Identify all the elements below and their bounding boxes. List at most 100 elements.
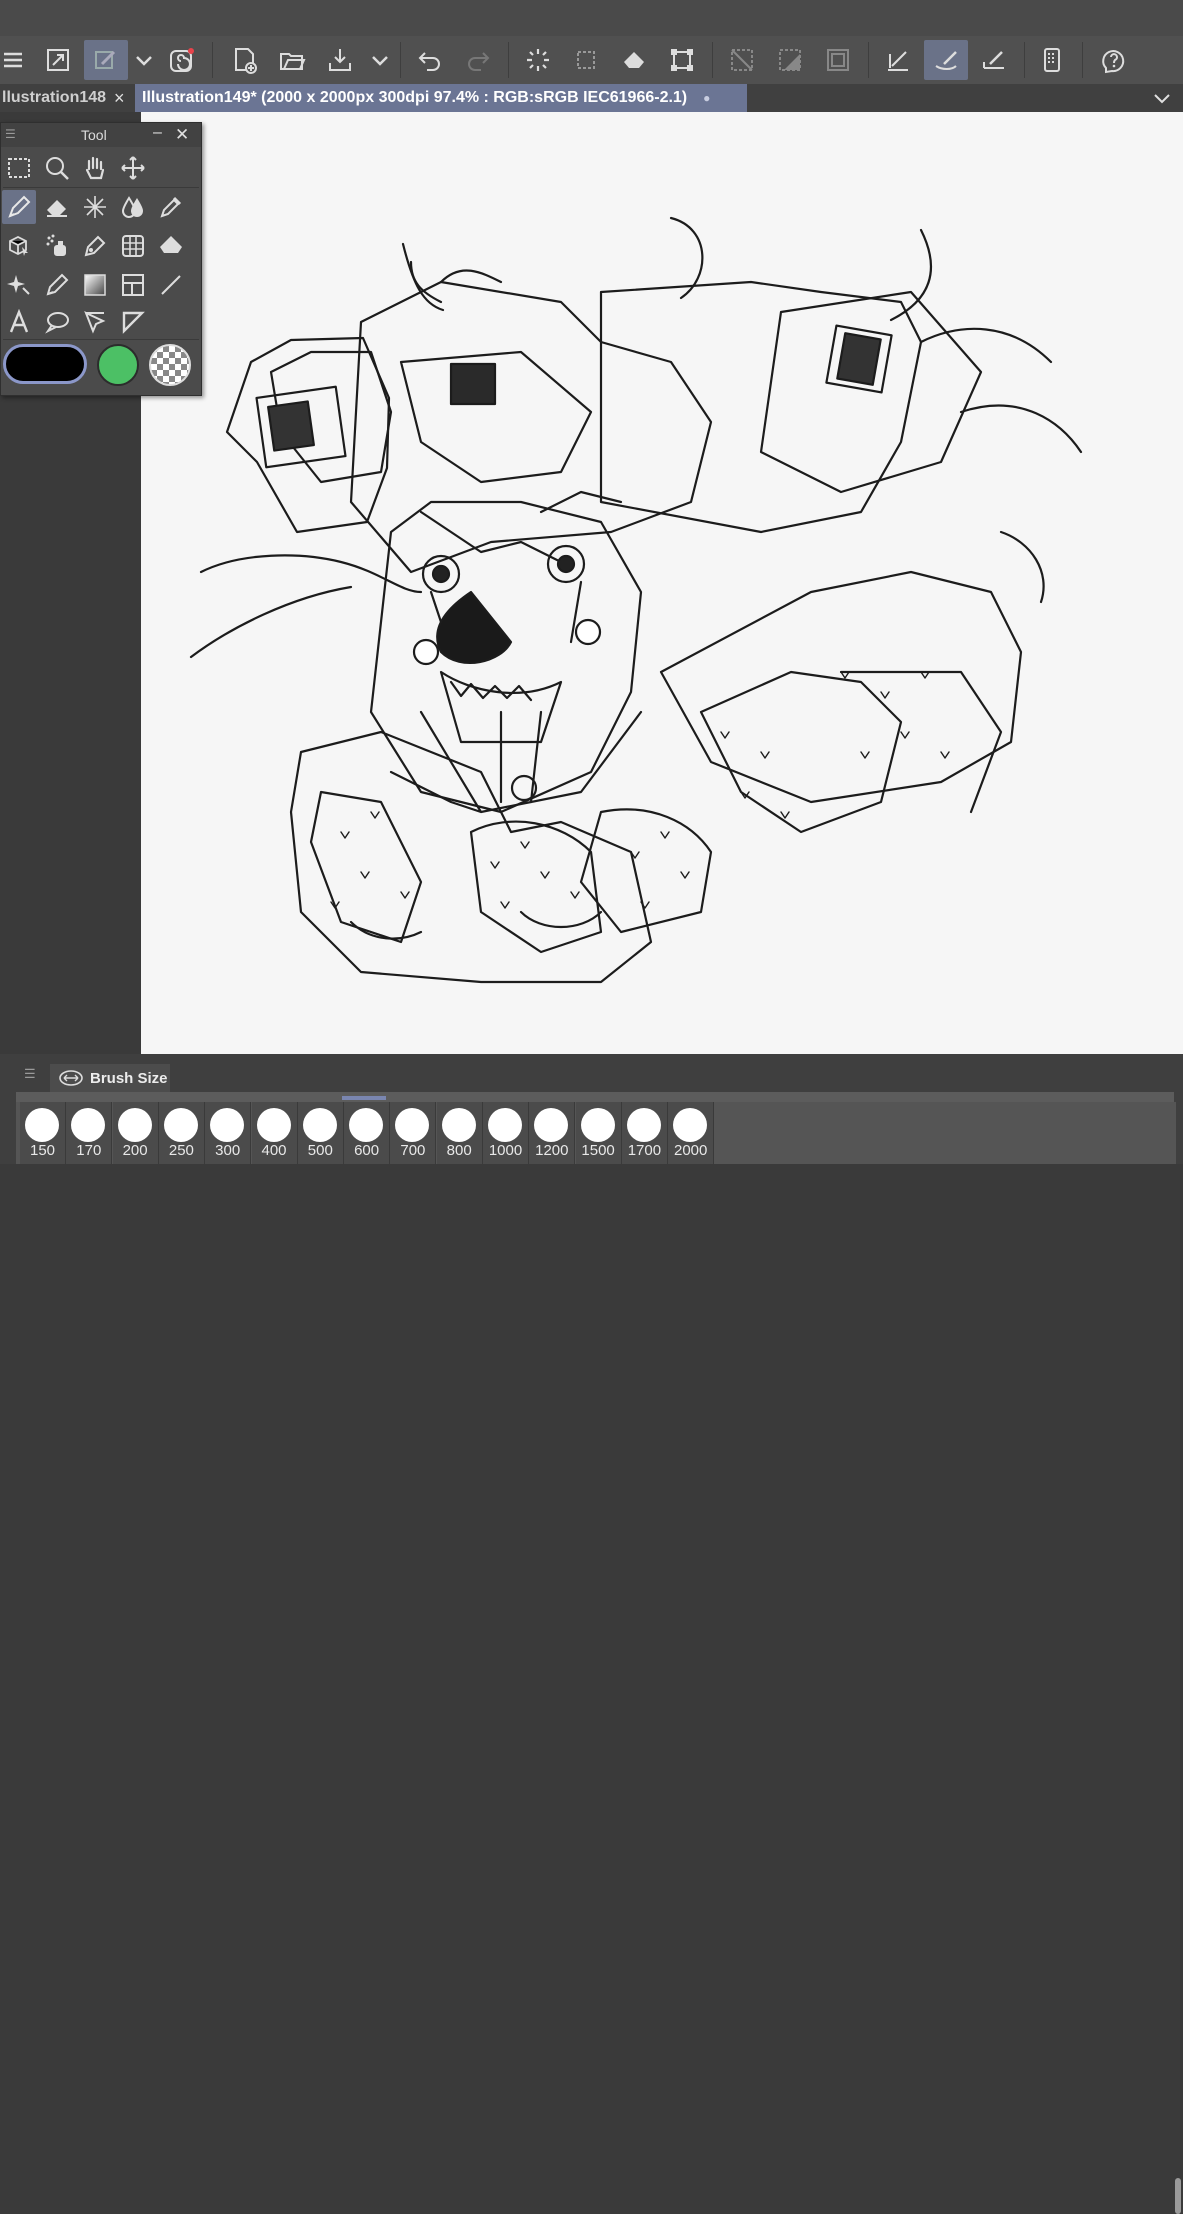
pen-correct-button[interactable] [876,40,920,80]
deselect-button[interactable] [720,40,764,80]
tool-pen[interactable] [2,190,36,224]
brush-size-item[interactable]: 1500 [575,1102,622,1164]
open-file-button[interactable] [270,40,314,80]
grip-icon[interactable]: ☰ [24,1066,36,1082]
brush-size-item[interactable]: 150 [20,1102,66,1164]
speech-balloon-icon [45,312,69,334]
fill-icon [624,52,644,68]
selection-spin-button[interactable] [516,40,560,80]
brush-size-tab[interactable]: Brush Size [50,1064,170,1092]
brush-size-item[interactable]: 700 [390,1102,437,1164]
grip-icon[interactable]: ☰ [5,127,16,141]
tool-vector-pen[interactable] [78,229,112,263]
tool-blend[interactable] [116,190,150,224]
tool-panel-header[interactable]: ☰ Tool – ✕ [1,123,201,147]
brush-size-item[interactable]: 2000 [668,1102,715,1164]
brush-size-label: 800 [446,1142,472,1159]
chevron-down-icon [1154,94,1170,104]
tool-balloon[interactable] [40,305,74,339]
invert-selection-button[interactable] [768,40,812,80]
scrollbar[interactable] [1175,2178,1181,2214]
brush-size-item[interactable]: 170 [66,1102,113,1164]
tool-correct-line[interactable] [78,305,112,339]
brush-size-item[interactable]: 500 [297,1102,344,1164]
tool-pencil[interactable] [40,268,74,302]
eraser-icon [47,200,67,217]
brush-size-label: 600 [354,1142,380,1159]
gradient-icon [84,274,106,296]
select-layer-button[interactable] [564,40,608,80]
tool-panel-layout[interactable] [116,268,150,302]
selection-border-button[interactable] [816,40,860,80]
help-icon [1102,50,1125,74]
line-icon [161,275,181,295]
redo-button[interactable] [456,40,500,80]
brush-size-item[interactable]: 300 [205,1102,252,1164]
ruler-pen-button[interactable] [972,40,1016,80]
tablet-button[interactable] [1030,40,1074,80]
brush-size-label: 2000 [674,1142,708,1159]
tool-3d-operation[interactable] [2,229,36,263]
help-button[interactable] [1092,40,1136,80]
edit-mode-button[interactable] [84,40,128,80]
tool-zoom[interactable] [40,151,74,185]
close-icon[interactable]: ✕ [175,125,189,145]
pencil-icon [46,273,69,296]
eyedropper-icon [160,196,182,218]
fit-view-button[interactable] [36,40,80,80]
tool-hand[interactable] [78,151,112,185]
export-dropdown[interactable] [366,40,394,80]
main-color-swatch[interactable] [3,344,87,384]
tool-fill[interactable] [154,229,188,263]
export-button[interactable] [318,40,362,80]
tab-list-button[interactable] [1151,84,1173,112]
water-drop-icon [121,196,143,218]
tab-illustration149[interactable]: Illustration149* (2000 x 2000px 300dpi 9… [135,84,747,112]
tool-decoration[interactable] [78,190,112,224]
select-layer-icon [577,51,595,69]
sub-color-swatch[interactable] [97,344,139,386]
brush-size-item[interactable]: 1700 [621,1102,668,1164]
tool-move[interactable] [116,151,150,185]
tool-selection[interactable] [2,151,36,185]
tool-eraser[interactable] [40,190,74,224]
brush-mode-button[interactable] [924,40,968,80]
tool-eyedropper[interactable] [154,190,188,224]
pen-icon [8,195,31,218]
menu-button[interactable] [0,40,32,80]
menu-icon [4,52,22,68]
transform-button[interactable] [660,40,704,80]
canvas[interactable] [141,112,1183,1054]
tool-gradient[interactable] [78,268,112,302]
transparent-color-swatch[interactable] [149,344,191,386]
brush-size-item[interactable]: 800 [436,1102,483,1164]
brush-preview-circle [210,1108,245,1142]
minimize-icon[interactable]: – [153,124,162,142]
brush-size-item[interactable]: 400 [251,1102,298,1164]
brush-size-item[interactable]: 200 [112,1102,159,1164]
brush-preview-circle [349,1108,384,1142]
brush-size-item[interactable]: 600 [344,1102,391,1164]
tool-line[interactable] [154,268,188,302]
fill-button[interactable] [612,40,656,80]
new-canvas-button[interactable] [222,40,266,80]
tab-illustration148[interactable]: llustration148 × [0,84,132,112]
tool-text[interactable] [2,305,36,339]
ruler-pen-icon [983,51,1004,69]
tool-frame[interactable] [116,229,150,263]
undo-button[interactable] [408,40,452,80]
brush-size-item[interactable]: 250 [158,1102,205,1164]
rect-selection-icon [8,158,30,178]
brush-size-item[interactable]: 1000 [483,1102,529,1164]
brush-size-item[interactable]: 1200 [529,1102,576,1164]
brush-preview-circle [626,1108,661,1142]
brush-size-label: 150 [29,1142,56,1159]
companion-button[interactable] [160,40,204,80]
close-icon[interactable]: × [114,88,125,109]
tool-ruler[interactable] [116,305,150,339]
tool-airbrush[interactable] [40,229,74,263]
edit-mode-dropdown[interactable] [130,40,158,80]
tool-operation[interactable] [2,268,36,302]
hand-icon [85,156,105,180]
export-dropdown-icon [372,56,388,66]
